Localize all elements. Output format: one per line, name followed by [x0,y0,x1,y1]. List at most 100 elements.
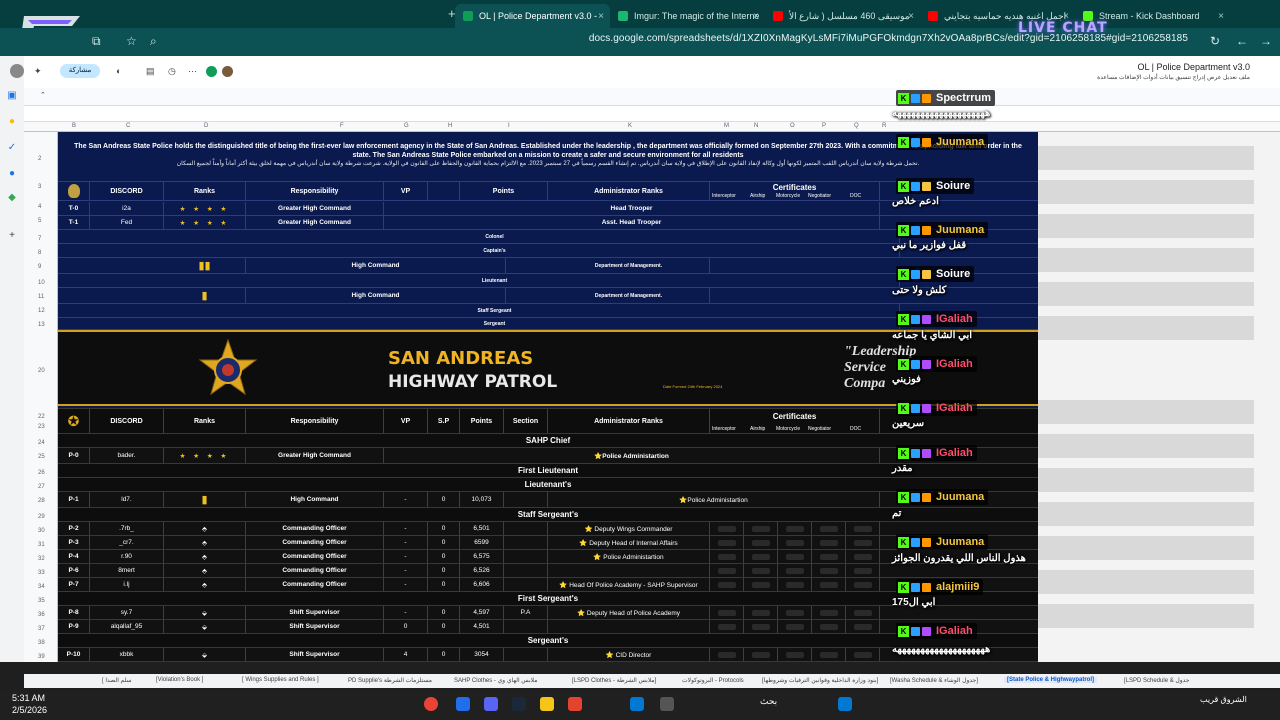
taskbar-clock[interactable]: 5:31 AM 2/5/2026 [12,692,47,716]
chat-username[interactable]: K IGaliah [896,623,977,639]
table-row[interactable]: P-1 ld7. ▮ High Command - 0 10,073 ⭐Poli… [58,492,1038,508]
chat-username[interactable]: K Spectrrum [896,90,996,106]
table-row[interactable]: T-1 Fed ★ ★ ★ ★ Greater High Command Ass… [58,216,1038,230]
steam-icon[interactable] [512,697,526,711]
extensions-icon[interactable]: ⧉ [92,34,101,49]
chat-username[interactable]: K Soiure [896,266,975,282]
table-row[interactable]: P-0 bader. ★ ★ ★ ★ Greater High Command … [58,448,1038,464]
folder-icon[interactable] [540,697,554,711]
search-icon[interactable]: ⌕ [150,34,157,49]
section-row: Captain's [58,244,1038,258]
maps-icon[interactable]: ◆ [6,192,18,204]
sheet-tab[interactable]: [ Wings Supplies and Rules ] [242,677,319,683]
chat-username[interactable]: K Juumana [896,534,989,550]
table-row[interactable]: P-6 8mert ⬘ Commanding Officer -0 6,526 [58,564,1038,578]
discord-icon[interactable] [484,697,498,711]
certificate-icon [751,581,770,588]
sahp-header-row: ✪ DISCORD Ranks Responsibility VP S.P Po… [58,408,1038,434]
chat-username[interactable]: K IGaliah [896,356,977,372]
sheet-tab[interactable]: [Washa Schedule & جدول الوشاء] [890,677,978,684]
dots-icon[interactable]: ⋯ [188,66,197,77]
app-icon[interactable] [456,697,470,711]
table-row[interactable]: P-2.7rb_ ⬘ Commanding Officer -0 6,501 ⭐ Depu… [58,522,1038,536]
certificate-icon [819,623,838,630]
collaborator-avatar[interactable] [222,66,233,77]
tasks-icon[interactable]: ✓ [6,142,18,154]
close-icon[interactable]: × [1218,11,1224,22]
cert-negotiator-cell [812,550,846,563]
intro-english: The San Andreas State Police holds the d… [74,143,1022,159]
side-panel-row [1038,400,1254,424]
app-icon[interactable] [660,697,674,711]
table-row[interactable]: P-10 xbbk ⬙ Shift Supervisor 4 0 3054 ⭐ CID Dir… [58,648,1038,662]
sheet-tab[interactable]: [Violation's Book ] [156,677,203,683]
sheet-tab[interactable]: [بنود وزارة الداخلية وقوانين الترقيات وش… [762,677,878,684]
gemini-icon[interactable]: ✦ [34,66,42,77]
avatar[interactable] [10,64,24,78]
windows-start-icon[interactable] [838,697,852,711]
comment-icon[interactable]: ▤ [146,66,155,77]
close-icon[interactable]: × [598,11,604,22]
chat-user-name: IGaliah [936,402,973,414]
keep-icon[interactable]: ● [6,116,18,128]
table-row[interactable]: P-4 r.90 ⬘ Commanding Officer -0 6,575 ⭐ Polic… [58,550,1038,564]
table-row[interactable]: P-9 alqallaf_95 ⬙ Shift Supervisor 0 0 4,501 [58,620,1038,634]
chat-username[interactable]: K IGaliah [896,445,977,461]
member-id: P-7 [58,578,90,591]
chat-username[interactable]: K Juumana [896,222,989,238]
chat-badge-icon [922,403,931,413]
certificate-icon [853,525,872,532]
chat-username[interactable]: K IGaliah [896,311,977,327]
app-icon[interactable] [630,697,644,711]
collaborator-avatar[interactable] [206,66,217,77]
table-row[interactable]: P-8 sy.7 ⬙ Shift Supervisor -0 4,597 P.A ⭐ Depu… [58,606,1038,620]
sheet-tab[interactable]: [LSPD Schedule & جدول [1124,677,1190,684]
sheet-tab[interactable]: SAHP Clothes - ملابس الهاي وي [454,677,537,684]
tab-youtube-2[interactable]: موسيقى 460 مسلسل ( شارع الأ × [765,4,920,28]
table-row[interactable]: P-7 i.lj ⬘ Commanding Officer -0 6,606 ⭐ Head … [58,578,1038,592]
sheet-tab[interactable]: [LSPD Clothes - ملابس الشرطة] [572,677,656,684]
cert-interceptor-cell [710,620,744,633]
taskbar-search[interactable]: بحث [760,696,777,707]
sheet-tab[interactable]: PD Supplie's مستلزمات الشرطة [348,677,432,684]
chat-username[interactable]: Kalajmiii9 [896,579,984,595]
tab-police-sheet[interactable]: OL | Police Department v3.0 - × [455,4,610,28]
sheet-tab[interactable]: البروتوكولات - Protocols [682,677,744,684]
weather-widget[interactable]: الشروق قريب [1200,695,1247,704]
history-icon[interactable]: ◷ [168,66,176,77]
table-row[interactable]: ▮ High Command Department of Management. [58,288,1038,304]
back-icon[interactable]: ← [1236,34,1248,48]
contacts-icon[interactable]: ● [6,168,18,180]
chrome-icon[interactable] [424,697,438,711]
forward-icon[interactable]: → [1260,34,1272,48]
formula-bar[interactable] [24,106,1280,122]
add-icon[interactable]: + [6,230,18,242]
chat-username[interactable]: K IGaliah [896,400,977,416]
collapse-icon[interactable]: ⌃ [40,91,46,99]
table-row[interactable]: P-3 _cr7. ⬘ Commanding Officer -0 6599 ⭐ Deput… [58,536,1038,550]
share-button[interactable]: مشاركة [60,64,100,78]
chat-username[interactable]: K Soiure [896,178,975,194]
table-row[interactable]: ▮▮ High Command Department of Management… [58,258,1038,274]
chat-message: ههههههههههههههههههههه [892,644,991,655]
member-responsibility: Shift Supervisor [246,620,384,633]
sheet-tab[interactable]: [ سلم الصدا [102,677,132,684]
sheet-title[interactable]: OL | Police Department v3.0 [1137,62,1250,72]
bookmark-icon[interactable]: ☆ [126,34,137,48]
section-row: Staff Sergeant [58,304,1038,318]
close-icon[interactable]: × [908,11,914,22]
close-icon[interactable]: × [753,11,759,22]
sheet-tab[interactable]: [State Police & Highwaypatrol] [1004,677,1098,683]
chat-username[interactable]: K Juumana [896,134,989,150]
app-icon[interactable] [568,697,582,711]
sheets-menu-bar[interactable]: ملف تعديل عرض إدراج تنسيق بيانات أدوات ا… [1097,74,1250,81]
table-row[interactable]: T-0 i2a ★ ★ ★ ★ Greater High Command Hea… [58,202,1038,216]
new-tab-icon[interactable]: + [448,6,456,21]
chat-username[interactable]: K Juumana [896,489,989,505]
tab-imgur[interactable]: Imgur: The magic of the Interne × [610,4,765,28]
calendar-icon[interactable]: ▣ [6,90,18,102]
member-points: 6,501 [460,522,504,535]
reload-icon[interactable]: ↻ [1210,34,1220,48]
live-chat-logo: LIVE CHAT [1018,20,1108,36]
meet-icon[interactable]: ◐ [116,66,121,76]
